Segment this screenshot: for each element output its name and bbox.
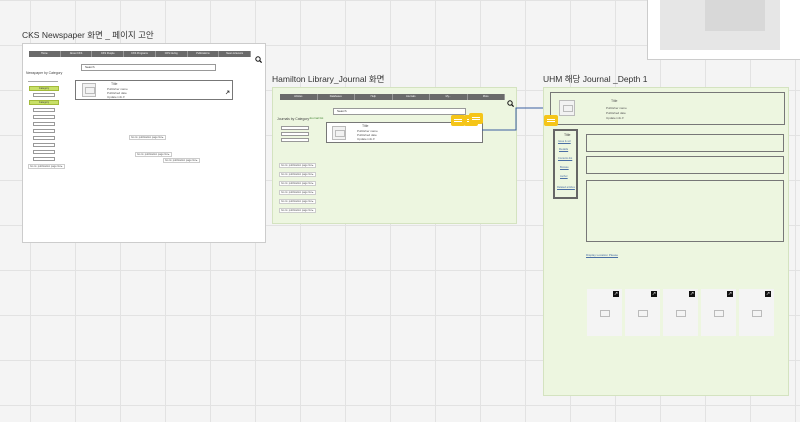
cks-category-item[interactable] [33, 93, 55, 97]
cks-category-item[interactable] [33, 115, 55, 119]
hamilton-connector-label: Go to: publication page list ▸ [279, 163, 316, 168]
hamilton-nav-item[interactable]: Journals [393, 94, 430, 100]
expand-icon[interactable]: ↗ [613, 291, 619, 297]
uhm-tile-thumbnail [708, 306, 728, 320]
cks-connector-label: Go to: publication page list ▸ [163, 158, 200, 163]
uhm-sidebar-title: Title [564, 133, 571, 137]
cks-connector-label: Go to: publication page list ▸ [135, 152, 172, 157]
uhm-header-date: Published date [606, 111, 626, 115]
uhm-sidebar-link[interactable]: Browse [560, 166, 569, 169]
cks-card-thumbnail [82, 83, 96, 97]
cks-category-line [28, 81, 58, 82]
uhm-header-publisher: Publisher name [606, 106, 627, 110]
cks-category-item[interactable] [33, 136, 55, 140]
uhm-frame[interactable]: Title Publisher name Published date Upda… [543, 87, 789, 396]
frame-title-uhm: UHM 해당 Journal _Depth 1 [543, 74, 648, 84]
cks-category-item[interactable]: Category [29, 86, 59, 91]
cks-category-item[interactable] [33, 157, 55, 161]
uhm-gallery-tile[interactable]: ↗ [701, 289, 736, 336]
hamilton-connector-label: Go to: publication page list ▸ [279, 208, 316, 213]
hamilton-search-input[interactable]: Search [333, 108, 466, 115]
comment-icon[interactable] [451, 115, 465, 126]
uhm-sidebar: Title Issue & vol Details Contents list … [553, 129, 578, 199]
uhm-display-link[interactable]: Display Location Please [586, 253, 618, 257]
cks-category-item[interactable]: Category [29, 100, 59, 105]
uhm-gallery-tile[interactable]: ↗ [663, 289, 698, 336]
expand-icon[interactable]: ↗ [765, 291, 771, 297]
uhm-tile-thumbnail [632, 306, 652, 320]
uhm-sidebar-link[interactable]: Related articles [557, 186, 575, 189]
offscreen-frame-block [660, 0, 780, 50]
cks-category-item[interactable] [33, 150, 55, 154]
cks-nav-item[interactable]: CKS People [92, 51, 125, 57]
uhm-header-title: Title [611, 99, 618, 103]
expand-icon[interactable] [225, 82, 230, 95]
hamilton-category-item[interactable] [281, 138, 309, 142]
hamilton-category-item[interactable] [281, 132, 309, 136]
cks-nav-item[interactable]: News & Events [219, 51, 252, 57]
uhm-tile-thumbnail [594, 306, 614, 320]
cks-frame[interactable]: Home About CKS CKS People CKS Programs C… [22, 43, 266, 243]
cks-card-title: Title [111, 82, 118, 86]
cks-nav-item[interactable]: Publications [188, 51, 220, 57]
expand-icon[interactable]: ↗ [727, 291, 733, 297]
uhm-sidebar-link[interactable]: Details [559, 147, 568, 151]
uhm-sidebar-link[interactable]: Author [560, 175, 568, 178]
cks-nav-item[interactable]: Home [29, 51, 61, 57]
uhm-tile-thumbnail [746, 306, 766, 320]
cks-category-label: Newspaper by Category [26, 71, 63, 75]
cks-category-item[interactable] [33, 129, 55, 133]
expand-icon[interactable]: ↗ [689, 291, 695, 297]
hamilton-nav-item[interactable]: Databases [318, 94, 355, 100]
uhm-content-box [586, 180, 784, 242]
cks-nav-item[interactable]: About CKS [61, 51, 93, 57]
hamilton-card-title: Title [362, 124, 369, 128]
search-icon[interactable] [255, 50, 263, 64]
hamilton-card-thumbnail [332, 126, 346, 140]
hamilton-category-label: Journals by Category [277, 117, 310, 121]
frame-title-hamilton: Hamilton Library_Journal 화면 [272, 74, 385, 84]
uhm-header-more[interactable]: Update info ▾ [606, 116, 624, 120]
hamilton-connector-label: Go to: publication page list ▸ [279, 190, 316, 195]
cks-card-more[interactable]: Update info ▾ [107, 95, 125, 99]
uhm-gallery-tile[interactable]: ↗ [625, 289, 660, 336]
expand-icon[interactable]: ↗ [651, 291, 657, 297]
comment-icon[interactable] [544, 115, 558, 126]
uhm-sidebar-link[interactable]: Contents list [558, 157, 572, 160]
hamilton-nav-item[interactable]: Articles [280, 94, 318, 100]
hamilton-connector-label: Go to: publication page list ▸ [279, 199, 316, 204]
uhm-content-box [586, 156, 784, 174]
cks-navbar: Home About CKS CKS People CKS Programs C… [29, 51, 252, 57]
cks-nav-item[interactable]: CKS Programs [124, 51, 156, 57]
offscreen-frame [647, 0, 800, 60]
cks-category-item[interactable] [33, 108, 55, 112]
flow-connector [482, 105, 549, 131]
hamilton-card-more[interactable]: Update info ▾ [357, 137, 375, 141]
cks-connector-label: Go to: publication page list ▸ [28, 164, 65, 169]
cks-category-item[interactable] [33, 143, 55, 147]
hamilton-category-item[interactable] [281, 126, 309, 130]
cks-connector-label: Go to: publication page list ▸ [129, 135, 166, 140]
cks-article-card[interactable]: Title Publisher name Published date Upda… [75, 80, 233, 100]
uhm-header-panel: Title Publisher name Published date Upda… [550, 92, 785, 125]
uhm-gallery-tile[interactable]: ↗ [587, 289, 622, 336]
cks-category-item[interactable] [33, 122, 55, 126]
hamilton-nav-item[interactable]: My... [430, 94, 468, 100]
cks-search-input[interactable]: Search [81, 64, 216, 71]
frame-title-cks: CKS Newspaper 화면 _ 페이지 고안 [22, 30, 154, 40]
uhm-tile-thumbnail [670, 306, 690, 320]
offscreen-frame-inner [705, 0, 765, 31]
uhm-content-box [586, 134, 784, 152]
uhm-header-thumbnail [559, 100, 575, 116]
uhm-sidebar-link[interactable]: Issue & vol [558, 140, 571, 143]
hamilton-connector-label: Go to: publication page list ▸ [279, 181, 316, 186]
uhm-gallery-tile[interactable]: ↗ [739, 289, 774, 336]
hamilton-navbar: Articles Databases Help Journals My... M… [280, 94, 505, 100]
cks-nav-item[interactable]: CKS Giving [156, 51, 188, 57]
hamilton-nav-item[interactable]: Help [355, 94, 393, 100]
hamilton-card-label: Journal list [309, 116, 324, 120]
hamilton-connector-label: Go to: publication page list ▸ [279, 172, 316, 177]
